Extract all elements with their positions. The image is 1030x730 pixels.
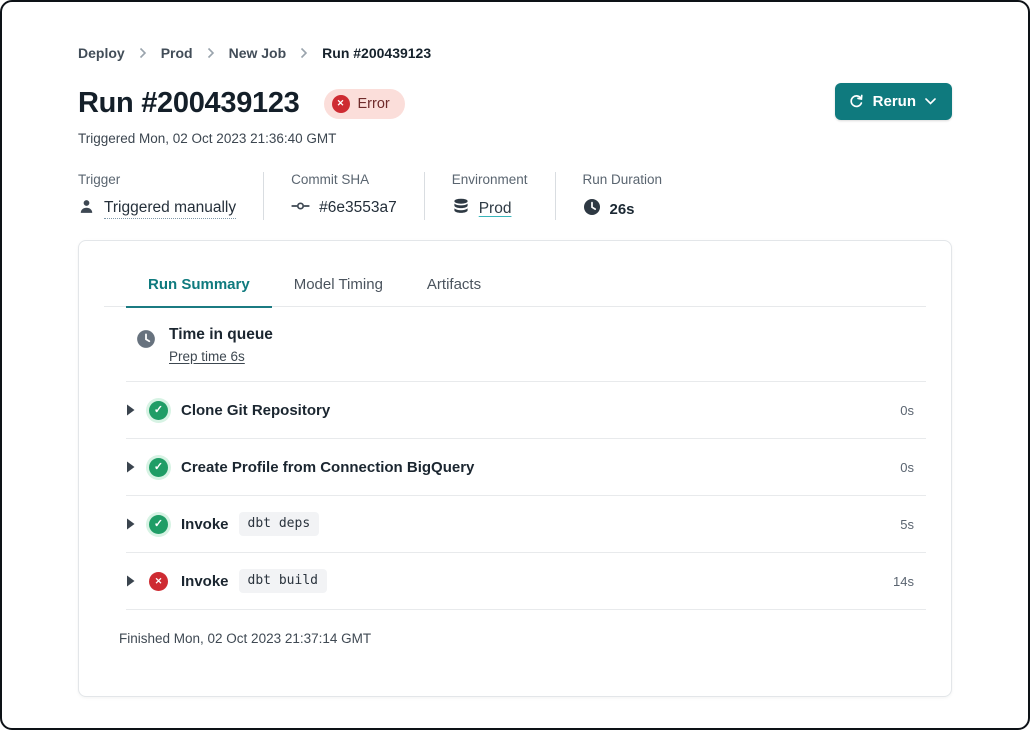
step-duration: 14s	[893, 574, 914, 589]
queue-title: Time in queue	[169, 326, 273, 344]
step-row-dbt-deps[interactable]: Invoke dbt deps 5s	[126, 496, 926, 553]
step-row-create-profile[interactable]: Create Profile from Connection BigQuery …	[126, 439, 926, 496]
step-name: Invoke	[181, 573, 229, 590]
status-badge-label: Error	[358, 96, 390, 112]
step-status-icon	[149, 401, 168, 420]
step-row-dbt-build[interactable]: Invoke dbt build 14s	[126, 553, 926, 610]
prep-time-link[interactable]: Prep time 6s	[169, 349, 245, 364]
step-duration: 0s	[900, 403, 914, 418]
meta-trigger: Trigger Triggered manually	[78, 172, 263, 220]
step-list: Time in queue Prep time 6s Clone Git Rep…	[126, 307, 926, 610]
breadcrumb-deploy[interactable]: Deploy	[78, 45, 125, 61]
tab-bar: Run Summary Model Timing Artifacts	[126, 267, 926, 307]
clock-icon	[583, 198, 601, 220]
meta-environment: Environment Prod	[424, 172, 555, 220]
step-duration: 0s	[900, 460, 914, 475]
expand-caret-icon[interactable]	[126, 461, 137, 473]
step-status-icon	[149, 572, 168, 591]
step-duration: 5s	[900, 517, 914, 532]
meta-duration: Run Duration 26s	[555, 172, 690, 220]
page-title: Run #200439123	[78, 87, 300, 120]
breadcrumb-prod[interactable]: Prod	[161, 45, 193, 61]
chevron-right-icon	[300, 47, 308, 59]
card-footer: Finished Mon, 02 Oct 2023 21:37:14 GMT	[104, 610, 926, 648]
meta-duration-value: 26s	[610, 201, 635, 218]
chevron-right-icon	[207, 47, 215, 59]
chevron-down-icon	[925, 98, 936, 105]
person-icon	[78, 198, 95, 219]
meta-duration-label: Run Duration	[583, 172, 663, 187]
page-header: Run #200439123 Error Rerun	[78, 87, 952, 120]
meta-commit-label: Commit SHA	[291, 172, 397, 187]
rerun-button[interactable]: Rerun	[835, 83, 952, 120]
step-command-chip: dbt build	[239, 569, 327, 593]
step-command-chip: dbt deps	[239, 512, 320, 536]
time-in-queue-row: Time in queue Prep time 6s	[126, 307, 926, 382]
breadcrumb-new-job[interactable]: New Job	[229, 45, 287, 61]
run-meta-row: Trigger Triggered manually Commit SHA #6…	[78, 172, 952, 220]
breadcrumb: Deploy Prod New Job Run #200439123	[78, 0, 952, 61]
step-status-icon	[149, 458, 168, 477]
expand-caret-icon[interactable]	[126, 404, 137, 416]
step-status-icon	[149, 515, 168, 534]
expand-caret-icon[interactable]	[126, 518, 137, 530]
tab-run-summary[interactable]: Run Summary	[126, 267, 272, 307]
tab-model-timing[interactable]: Model Timing	[272, 267, 405, 307]
meta-commit-value: #6e3553a7	[319, 199, 397, 217]
breadcrumb-current-run: Run #200439123	[322, 45, 431, 61]
meta-trigger-value[interactable]: Triggered manually	[104, 199, 236, 219]
run-summary-card: Run Summary Model Timing Artifacts Time …	[78, 240, 952, 697]
triggered-timestamp: Triggered Mon, 02 Oct 2023 21:36:40 GMT	[78, 131, 952, 146]
step-name: Create Profile from Connection BigQuery	[181, 459, 474, 476]
rerun-button-label: Rerun	[873, 93, 916, 110]
chevron-right-icon	[139, 47, 147, 59]
step-name: Clone Git Repository	[181, 402, 330, 419]
run-detail-page: Deploy Prod New Job Run #200439123 Run #…	[0, 0, 1030, 730]
meta-environment-label: Environment	[452, 172, 528, 187]
error-icon	[332, 95, 350, 113]
step-row-clone-git[interactable]: Clone Git Repository 0s	[126, 382, 926, 439]
meta-commit: Commit SHA #6e3553a7	[263, 172, 424, 220]
database-icon	[452, 198, 470, 219]
git-commit-icon	[291, 198, 310, 218]
rerun-refresh-icon	[849, 94, 864, 109]
meta-trigger-label: Trigger	[78, 172, 236, 187]
tab-artifacts[interactable]: Artifacts	[405, 267, 503, 307]
queue-clock-icon	[136, 326, 156, 354]
expand-caret-icon[interactable]	[126, 575, 137, 587]
finished-timestamp: Finished Mon, 02 Oct 2023 21:37:14 GMT	[119, 631, 371, 646]
step-name: Invoke	[181, 516, 229, 533]
status-badge: Error	[324, 89, 405, 119]
meta-environment-link[interactable]: Prod	[479, 200, 512, 218]
